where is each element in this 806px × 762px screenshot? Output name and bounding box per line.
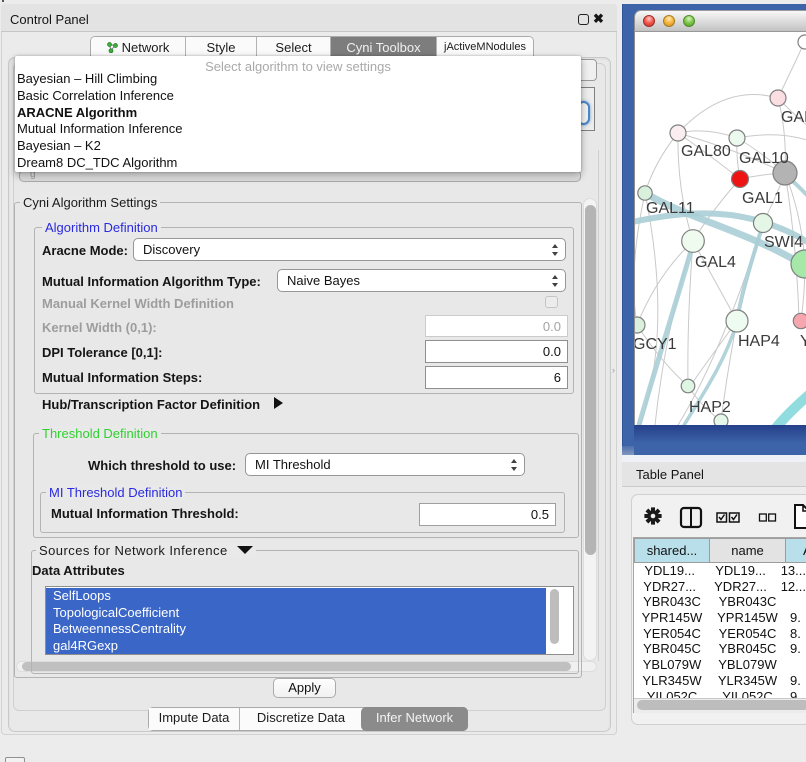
svg-text:GAL4: GAL4 [695,254,736,271]
svg-text:GAL10: GAL10 [739,150,789,167]
svg-text:HAP2: HAP2 [689,399,731,416]
svg-text:GCY1: GCY1 [635,336,677,353]
svg-text:GAL80: GAL80 [681,143,731,160]
svg-text:SWI4: SWI4 [764,234,803,251]
svg-text:GAL11: GAL11 [646,200,695,217]
svg-text:HAP4: HAP4 [738,333,780,350]
svg-text:GAL1: GAL1 [742,190,783,207]
svg-text:GAL2: GAL2 [781,109,806,126]
svg-text:YJ: YJ [800,333,806,350]
